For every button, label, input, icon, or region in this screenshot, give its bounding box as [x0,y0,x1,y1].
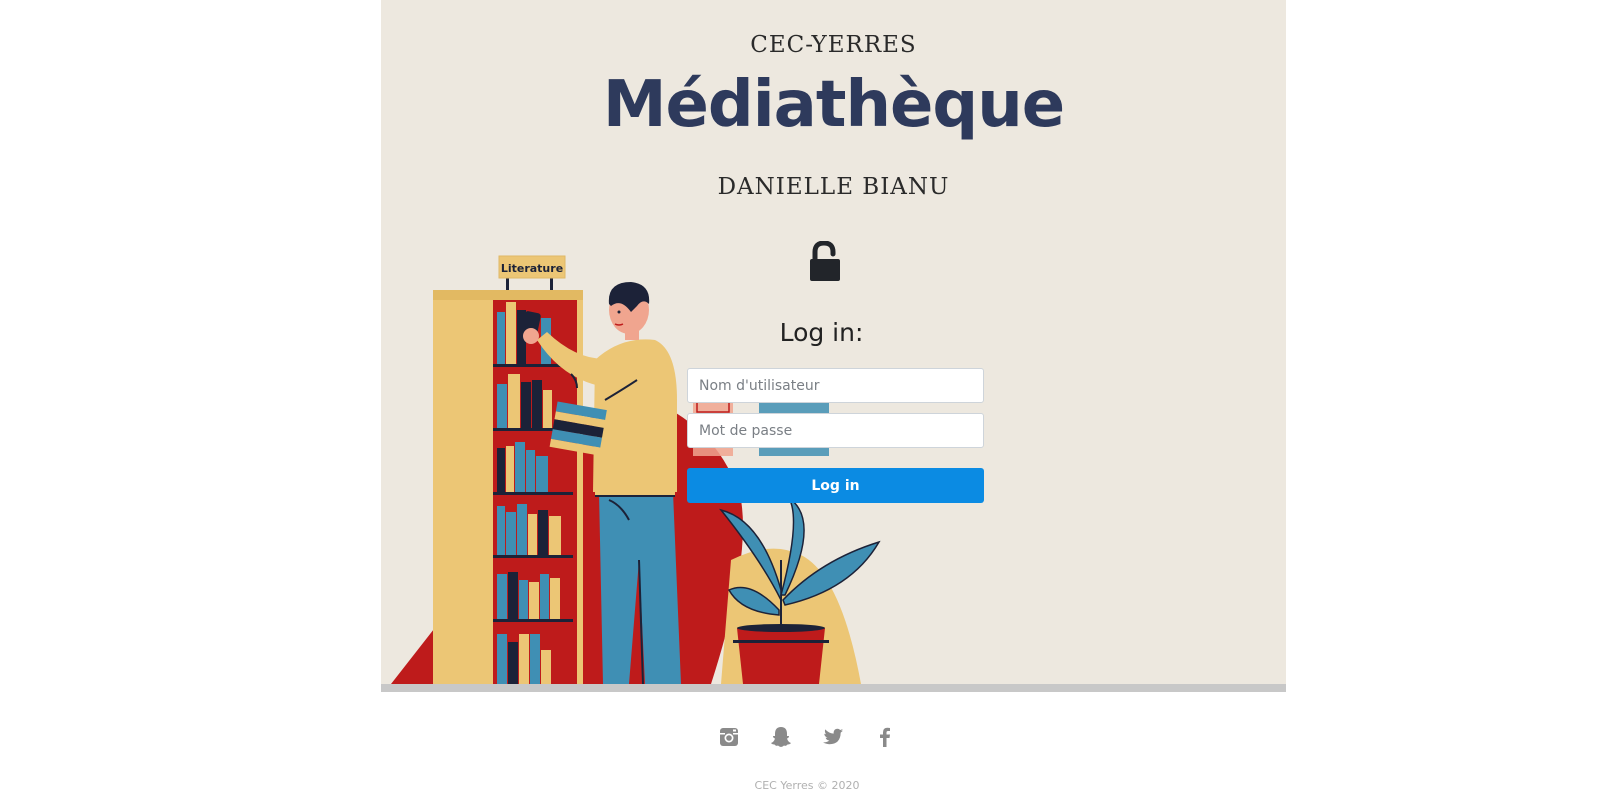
snapchat-icon[interactable] [769,725,793,749]
hero-panel: Literature CEC-YERRES Médiathèque DANIEL… [381,0,1286,684]
login-button[interactable]: Log in [687,468,984,503]
instagram-icon[interactable] [717,725,741,749]
shelf-sign-text: Literature [501,262,563,275]
facebook-icon[interactable] [873,725,897,749]
twitter-icon[interactable] [821,725,845,749]
hero-divider [381,684,1286,692]
password-field[interactable] [687,413,984,448]
social-links [0,725,1614,749]
username-field[interactable] [687,368,984,403]
unlock-icon [810,241,840,281]
page-title: Médiathèque [602,68,1065,142]
page-subtitle: DANIELLE BIANU [717,174,950,200]
login-heading: Log in: [779,318,864,347]
page: Literature CEC-YERRES Médiathèque DANIEL… [0,0,1614,803]
copyright-text: CEC Yerres © 2020 [754,779,860,792]
org-name: CEC-YERRES [750,32,917,58]
